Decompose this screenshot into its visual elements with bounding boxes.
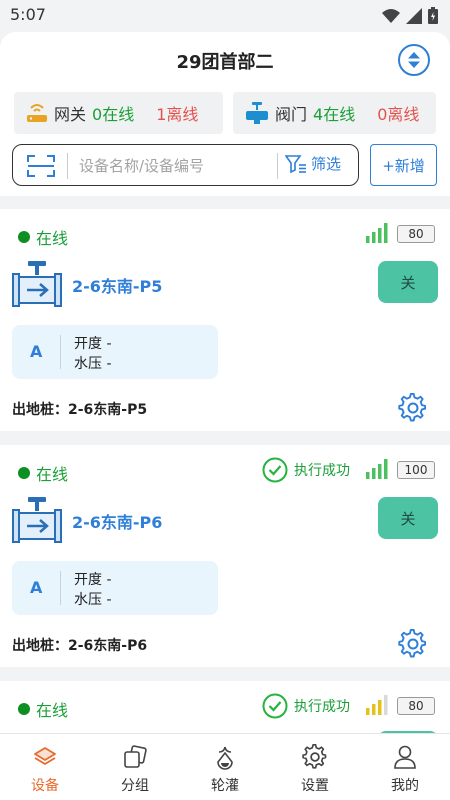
group-icon — [124, 745, 147, 768]
signal-strength-icon — [366, 459, 388, 479]
outlet-label: 出地桩：2-6东南-P6 — [12, 638, 148, 654]
signal-strength-icon — [366, 223, 388, 243]
gateway-label: 网关 — [54, 105, 87, 124]
battery-level: 80 — [397, 225, 435, 243]
gateway-stats[interactable]: 网关 0在线 1离线 — [14, 92, 223, 134]
check-circle-icon — [262, 693, 288, 719]
device-card[interactable]: 在线 执行成功 80 — [0, 681, 450, 733]
filter-icon — [285, 154, 306, 173]
info-letter: A — [30, 342, 43, 361]
valve-small-icon — [246, 102, 268, 124]
tab-label: 我的 — [391, 778, 419, 794]
info-letter: A — [30, 578, 43, 597]
battery-status-icon — [428, 7, 438, 24]
valve-label: 阀门 — [275, 105, 308, 124]
info-divider — [60, 335, 61, 369]
battery-level: 80 — [397, 697, 435, 715]
gear-icon[interactable] — [398, 393, 428, 423]
status-bar: 5:07 — [0, 0, 450, 32]
execution-status: 执行成功 — [262, 693, 350, 719]
tab-profile[interactable]: 我的 — [360, 734, 450, 800]
device-card[interactable]: 在线 执行成功 100 2-6东南-P6 关 A 开度 - 水压 - 出地桩：2… — [0, 445, 450, 667]
cell-signal-icon — [406, 7, 422, 24]
tab-label: 轮灌 — [211, 778, 239, 794]
opening-value: 开度 - — [74, 572, 112, 588]
gateway-icon — [27, 104, 47, 122]
add-device-button[interactable]: +新增 — [370, 144, 437, 186]
online-dot — [18, 703, 30, 715]
outlet-label: 出地桩：2-6东南-P5 — [12, 402, 148, 418]
search-divider — [67, 153, 68, 179]
sort-arrows-icon — [408, 52, 420, 68]
online-status: 在线 — [18, 461, 68, 485]
irrigation-icon — [217, 746, 233, 770]
opening-value: 开度 - — [74, 336, 112, 352]
device-info-panel: A 开度 - 水压 - — [12, 325, 218, 379]
tab-devices[interactable]: 设备 — [0, 734, 90, 800]
signal-strength-icon — [366, 695, 388, 715]
user-icon — [394, 745, 416, 769]
execution-status-label: 执行成功 — [294, 463, 350, 479]
top-panel: 网关 0在线 1离线 阀门 4在线 0离线 设备名称/设备编号 筛选 +新增 — [0, 84, 450, 196]
filter-divider — [277, 153, 278, 179]
scan-icon[interactable] — [27, 154, 55, 178]
valve-online-count: 4在线 — [313, 105, 356, 124]
close-valve-button[interactable]: 关 — [378, 497, 438, 539]
search-bar: 筛选 — [12, 144, 359, 186]
online-dot — [18, 231, 30, 243]
info-divider — [60, 571, 61, 605]
valve-icon — [12, 261, 62, 307]
online-dot — [18, 467, 30, 479]
tab-irrigation[interactable]: 轮灌 — [180, 734, 270, 800]
device-info-panel: A 开度 - 水压 - — [12, 561, 218, 615]
status-icons — [382, 7, 438, 24]
tab-groups[interactable]: 分组 — [90, 734, 180, 800]
filter-label: 筛选 — [311, 155, 342, 173]
execution-status: 执行成功 — [262, 457, 350, 483]
device-name[interactable]: 2-6东南-P5 — [72, 273, 162, 297]
tab-label: 分组 — [121, 778, 149, 794]
battery-level: 100 — [397, 461, 435, 479]
check-circle-icon — [262, 457, 288, 483]
switch-button[interactable] — [398, 44, 430, 76]
tab-label: 设备 — [31, 778, 59, 794]
device-name[interactable]: 2-6东南-P6 — [72, 509, 162, 533]
filter-button[interactable]: 筛选 — [285, 153, 341, 174]
gateway-offline-count: 1离线 — [156, 105, 199, 124]
gateway-online-count: 0在线 — [92, 105, 135, 124]
tab-settings[interactable]: 设置 — [270, 734, 360, 800]
online-status-label: 在线 — [36, 229, 69, 248]
app-header: 29团首部二 — [0, 32, 450, 84]
execution-status-label: 执行成功 — [294, 699, 350, 715]
layers-icon — [34, 747, 56, 765]
status-time: 5:07 — [10, 5, 46, 24]
wifi-icon — [382, 8, 400, 23]
page-title: 29团首部二 — [176, 52, 274, 73]
settings-icon — [302, 744, 327, 769]
online-status-label: 在线 — [36, 701, 69, 720]
gear-icon[interactable] — [398, 629, 428, 659]
pressure-value: 水压 - — [74, 356, 112, 372]
online-status: 在线 — [18, 697, 68, 721]
online-status-label: 在线 — [36, 465, 69, 484]
online-status: 在线 — [18, 225, 68, 249]
valve-offline-count: 0离线 — [377, 105, 420, 124]
device-card[interactable]: 在线 80 2-6东南-P5 关 A 开度 - 水压 - 出地桩：2-6东南-P… — [0, 209, 450, 431]
bottom-tab-bar: 设备 分组 轮灌 设置 我的 — [0, 733, 450, 800]
pressure-value: 水压 - — [74, 592, 112, 608]
tab-label: 设置 — [301, 778, 329, 794]
search-input[interactable] — [79, 153, 275, 179]
close-valve-button[interactable]: 关 — [378, 261, 438, 303]
valve-stats[interactable]: 阀门 4在线 0离线 — [233, 92, 436, 134]
valve-icon — [12, 497, 62, 543]
